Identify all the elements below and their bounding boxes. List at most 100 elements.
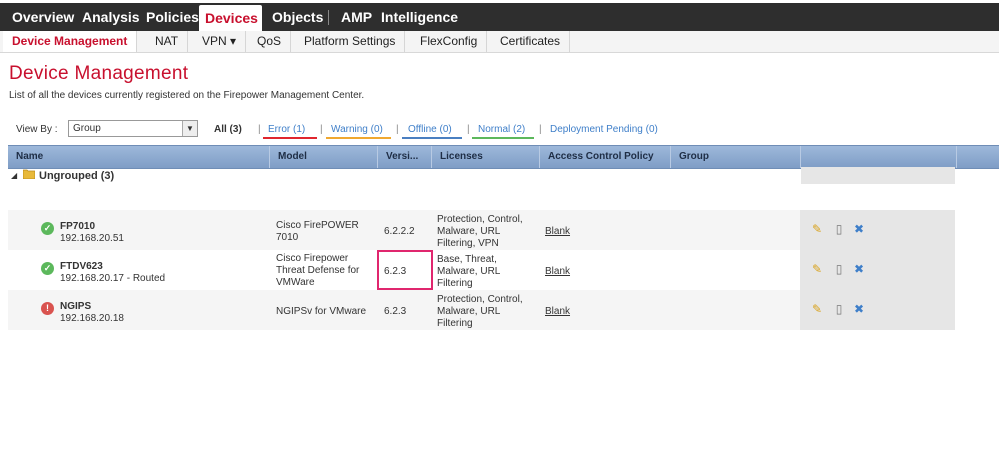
column-group[interactable]: Group — [671, 146, 801, 168]
device-licenses: Protection, Control, Malware, URL Filter… — [437, 214, 523, 250]
table-row[interactable]: ! NGIPS 192.168.20.18 NGIPSv for VMware … — [8, 290, 955, 330]
troubleshoot-icon[interactable]: ✖ — [852, 302, 866, 316]
group-actions-area — [801, 167, 955, 184]
license-line: Malware, URL — [437, 306, 501, 317]
column-actions — [801, 146, 957, 168]
device-ip: 192.168.20.17 - Routed — [60, 273, 166, 284]
filter-warning-underline — [326, 137, 391, 139]
device-name[interactable]: NGIPS — [60, 301, 91, 312]
license-line: Malware, URL — [437, 226, 501, 237]
troubleshoot-icon[interactable]: ✖ — [852, 222, 866, 236]
status-error-icon: ! — [41, 302, 54, 315]
filter-offline[interactable]: Offline (0) — [408, 124, 452, 135]
device-version: 6.2.3 — [384, 306, 407, 317]
filter-error-underline — [263, 137, 317, 139]
filter-normal[interactable]: Normal (2) — [478, 124, 525, 135]
page-description: List of all the devices currently regist… — [9, 90, 365, 101]
tab-vpn[interactable]: VPN ▾ — [193, 31, 247, 52]
nav-intelligence[interactable]: Intelligence — [375, 3, 464, 31]
column-access-control-policy[interactable]: Access Control Policy — [540, 146, 671, 168]
view-by-value: Group — [73, 123, 101, 134]
license-line: Malware, URL — [437, 266, 501, 277]
device-name[interactable]: FP7010 — [60, 221, 95, 232]
delete-icon[interactable]: ▯ — [832, 262, 846, 276]
device-model: Cisco FirePOWER 7010 — [276, 220, 359, 244]
access-policy-link[interactable]: Blank — [545, 226, 570, 237]
tab-qos[interactable]: QoS — [248, 31, 292, 52]
model-line: Threat Defense for — [276, 265, 360, 276]
license-line: Filtering, VPN — [437, 238, 499, 249]
tab-device-management[interactable]: Device Management — [3, 31, 138, 52]
chevron-down-icon[interactable]: ▼ — [182, 121, 197, 136]
filter-divider: | — [539, 124, 542, 135]
nav-policies[interactable]: Policies — [140, 3, 205, 31]
row-actions: ✎ ▯ ✖ — [800, 250, 955, 290]
column-version[interactable]: Versi... — [378, 146, 432, 168]
tab-nat[interactable]: NAT — [146, 31, 189, 52]
license-line: Filtering — [437, 318, 473, 329]
nav-divider — [328, 10, 329, 25]
edit-icon[interactable]: ✎ — [810, 302, 824, 316]
filter-error[interactable]: Error (1) — [268, 124, 305, 135]
tab-platform-settings[interactable]: Platform Settings — [295, 31, 406, 52]
status-ok-icon: ✓ — [41, 222, 54, 235]
filter-all[interactable]: All (3) — [214, 124, 242, 135]
nav-analysis[interactable]: Analysis — [76, 3, 146, 31]
license-line: Protection, Control, — [437, 214, 523, 225]
device-ip: 192.168.20.51 — [60, 233, 124, 244]
page-title: Device Management — [9, 63, 189, 84]
device-model: Cisco Firepower Threat Defense for VMWar… — [276, 253, 359, 289]
device-version: 6.2.2.2 — [384, 226, 415, 237]
version-highlight-box — [377, 250, 433, 290]
device-licenses: Protection, Control, Malware, URL Filter… — [437, 294, 523, 330]
column-licenses[interactable]: Licenses — [432, 146, 540, 168]
access-policy-link[interactable]: Blank — [545, 266, 570, 277]
edit-icon[interactable]: ✎ — [810, 262, 824, 276]
model-line: NGIPSv for VMware — [276, 306, 367, 317]
model-line: Cisco FirePOWER — [276, 220, 359, 231]
model-line: 7010 — [276, 232, 299, 243]
model-line: Cisco Firepower — [276, 253, 349, 264]
sub-navigation: Device Management NAT VPN ▾ QoS Platform… — [0, 31, 999, 53]
filter-offline-underline — [402, 137, 462, 139]
folder-icon — [23, 169, 35, 179]
license-line: Base, Threat, — [437, 254, 497, 265]
nav-objects[interactable]: Objects — [266, 3, 329, 31]
device-licenses: Base, Threat, Malware, URL Filtering — [437, 254, 500, 290]
device-name[interactable]: FTDV623 — [60, 261, 103, 272]
row-actions: ✎ ▯ ✖ — [800, 290, 955, 330]
edit-icon[interactable]: ✎ — [810, 222, 824, 236]
troubleshoot-icon[interactable]: ✖ — [852, 262, 866, 276]
filter-divider: | — [258, 124, 261, 135]
status-ok-icon: ✓ — [41, 262, 54, 275]
delete-icon[interactable]: ▯ — [832, 302, 846, 316]
filter-normal-underline — [472, 137, 534, 139]
delete-icon[interactable]: ▯ — [832, 222, 846, 236]
row-actions: ✎ ▯ ✖ — [800, 210, 955, 250]
filter-divider: | — [467, 124, 470, 135]
filter-divider: | — [396, 124, 399, 135]
tab-certificates[interactable]: Certificates — [491, 31, 571, 52]
top-navigation: Overview Analysis Policies Devices Objec… — [0, 3, 999, 31]
expand-triangle-icon[interactable]: ◢ — [11, 171, 17, 180]
license-line: Protection, Control, — [437, 294, 523, 305]
group-label: Ungrouped (3) — [39, 170, 115, 182]
license-line: Filtering — [437, 278, 473, 289]
device-model: NGIPSv for VMware — [276, 306, 366, 318]
table-header: Name Model Versi... Licenses Access Cont… — [8, 145, 999, 169]
view-by-label: View By : — [16, 124, 58, 135]
access-policy-link[interactable]: Blank — [545, 306, 570, 317]
table-row[interactable]: ✓ FP7010 192.168.20.51 Cisco FirePOWER 7… — [8, 210, 955, 250]
table-row[interactable]: ✓ FTDV623 192.168.20.17 - Routed Cisco F… — [8, 250, 955, 290]
filter-deployment-pending[interactable]: Deployment Pending (0) — [550, 124, 658, 135]
column-model[interactable]: Model — [270, 146, 378, 168]
nav-amp[interactable]: AMP — [335, 3, 378, 31]
filter-warning[interactable]: Warning (0) — [331, 124, 383, 135]
nav-devices[interactable]: Devices — [199, 5, 262, 31]
device-ip: 192.168.20.18 — [60, 313, 124, 324]
column-name[interactable]: Name — [8, 146, 270, 168]
view-by-select[interactable]: Group ▼ — [68, 120, 198, 137]
tab-flexconfig[interactable]: FlexConfig — [411, 31, 488, 52]
filter-divider: | — [320, 124, 323, 135]
nav-overview[interactable]: Overview — [6, 3, 80, 31]
